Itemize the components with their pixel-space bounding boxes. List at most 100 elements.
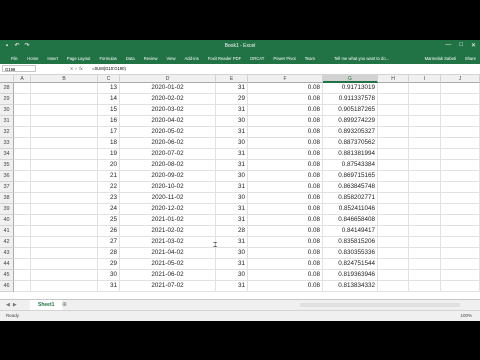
- cell-a[interactable]: [14, 116, 31, 127]
- cell-c[interactable]: 25: [98, 215, 120, 226]
- row-header[interactable]: 39: [0, 204, 14, 215]
- cell-c[interactable]: 21: [98, 171, 120, 182]
- cell-c[interactable]: 17: [98, 127, 120, 138]
- cell-f[interactable]: 0.08: [248, 105, 323, 116]
- share-button[interactable]: Share: [465, 55, 476, 62]
- tell-me-search[interactable]: Tell me what you want to do...: [334, 55, 389, 62]
- tab-file[interactable]: File: [6, 55, 23, 62]
- cell-h[interactable]: [378, 171, 409, 182]
- cell-i[interactable]: [409, 171, 441, 182]
- cell-j[interactable]: [441, 105, 480, 116]
- maximize-button[interactable]: □: [459, 42, 463, 49]
- row-header[interactable]: 36: [0, 171, 14, 182]
- cell-i[interactable]: [409, 204, 441, 215]
- cell-c[interactable]: 14: [98, 94, 120, 105]
- cell-a[interactable]: [14, 259, 31, 270]
- cell-b[interactable]: [31, 127, 98, 138]
- cell-e[interactable]: 31: [216, 182, 248, 193]
- cell-f[interactable]: 0.08: [248, 83, 323, 94]
- cell-e[interactable]: 30: [216, 116, 248, 127]
- column-header-f[interactable]: F: [248, 75, 323, 83]
- cell-d[interactable]: 2021-07-02: [120, 281, 216, 292]
- cell-e[interactable]: 31: [216, 149, 248, 160]
- cell-f[interactable]: 0.08: [248, 171, 323, 182]
- cell-b[interactable]: [31, 204, 98, 215]
- cell-g[interactable]: 0.846658408: [323, 215, 378, 226]
- cell-d[interactable]: 2021-03-02: [120, 237, 216, 248]
- cell-j[interactable]: [441, 259, 480, 270]
- cell-f[interactable]: 0.08: [248, 149, 323, 160]
- cell-d[interactable]: 2020-10-02: [120, 182, 216, 193]
- cell-c[interactable]: 15: [98, 105, 120, 116]
- cell-d[interactable]: 2020-03-02: [120, 105, 216, 116]
- cell-c[interactable]: 29: [98, 259, 120, 270]
- cell-g[interactable]: 0.91713019: [323, 83, 378, 94]
- cell-f[interactable]: 0.08: [248, 215, 323, 226]
- cell-a[interactable]: [14, 270, 31, 281]
- cell-c[interactable]: 13: [98, 83, 120, 94]
- cell-i[interactable]: [409, 105, 441, 116]
- tab-home[interactable]: Home: [23, 55, 43, 62]
- cell-f[interactable]: 0.08: [248, 127, 323, 138]
- cell-f[interactable]: 0.08: [248, 281, 323, 292]
- cell-e[interactable]: 28: [216, 226, 248, 237]
- cell-d[interactable]: 2021-06-02: [120, 270, 216, 281]
- tab-data[interactable]: Data: [121, 55, 139, 62]
- column-header-h[interactable]: H: [378, 75, 409, 83]
- cell-e[interactable]: 31: [216, 259, 248, 270]
- sheet-nav-arrows-icon[interactable]: ◀▶: [6, 302, 20, 308]
- cell-c[interactable]: 18: [98, 138, 120, 149]
- cell-f[interactable]: 0.08: [248, 248, 323, 259]
- cell-e[interactable]: 29: [216, 94, 248, 105]
- cell-j[interactable]: [441, 94, 480, 105]
- cell-a[interactable]: [14, 160, 31, 171]
- cell-j[interactable]: [441, 160, 480, 171]
- cell-b[interactable]: [31, 259, 98, 270]
- cell-a[interactable]: [14, 127, 31, 138]
- row-header[interactable]: 32: [0, 127, 14, 138]
- cell-c[interactable]: 22: [98, 182, 120, 193]
- cell-b[interactable]: [31, 270, 98, 281]
- cell-g[interactable]: 0.84149417: [323, 226, 378, 237]
- cell-d[interactable]: 2021-05-02: [120, 259, 216, 270]
- cell-c[interactable]: 24: [98, 204, 120, 215]
- cell-a[interactable]: [14, 171, 31, 182]
- cell-b[interactable]: [31, 248, 98, 259]
- tab-add-ins[interactable]: Add-ins: [180, 55, 203, 62]
- cell-b[interactable]: [31, 215, 98, 226]
- tab-page-layout[interactable]: Page Layout: [62, 55, 95, 62]
- cell-h[interactable]: [378, 215, 409, 226]
- cell-c[interactable]: 28: [98, 248, 120, 259]
- formula-input[interactable]: =SUM(G10:G190): [92, 65, 126, 72]
- cell-a[interactable]: [14, 149, 31, 160]
- cell-i[interactable]: [409, 281, 441, 292]
- cell-h[interactable]: [378, 281, 409, 292]
- cell-e[interactable]: 31: [216, 160, 248, 171]
- cell-h[interactable]: [378, 259, 409, 270]
- cell-f[interactable]: 0.08: [248, 237, 323, 248]
- cell-j[interactable]: [441, 193, 480, 204]
- cell-g[interactable]: 0.87543384: [323, 160, 378, 171]
- cell-h[interactable]: [378, 237, 409, 248]
- horizontal-scrollbar[interactable]: [300, 303, 460, 307]
- select-all-corner[interactable]: [0, 75, 14, 83]
- cell-a[interactable]: [14, 105, 31, 116]
- cell-f[interactable]: 0.08: [248, 138, 323, 149]
- row-header[interactable]: 34: [0, 149, 14, 160]
- cell-d[interactable]: 2020-06-02: [120, 138, 216, 149]
- cell-c[interactable]: 31: [98, 281, 120, 292]
- fx-icon[interactable]: ✕ ✓ fx: [70, 65, 83, 72]
- cell-j[interactable]: [441, 149, 480, 160]
- cell-g[interactable]: 0.893205327: [323, 127, 378, 138]
- cell-d[interactable]: 2020-01-02: [120, 83, 216, 94]
- cell-e[interactable]: 31: [216, 204, 248, 215]
- minimize-button[interactable]: —: [445, 42, 451, 49]
- add-sheet-icon[interactable]: ⊕: [62, 301, 67, 308]
- cell-i[interactable]: [409, 138, 441, 149]
- cell-e[interactable]: 30: [216, 270, 248, 281]
- column-header-e[interactable]: E: [216, 75, 248, 83]
- cell-f[interactable]: 0.08: [248, 94, 323, 105]
- cell-a[interactable]: [14, 138, 31, 149]
- cell-j[interactable]: [441, 281, 480, 292]
- cell-d[interactable]: 2020-11-02: [120, 193, 216, 204]
